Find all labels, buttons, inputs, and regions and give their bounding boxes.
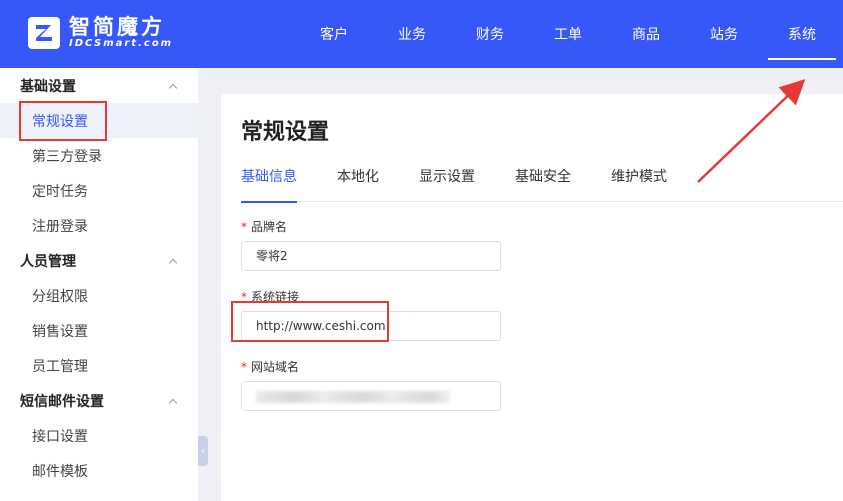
brand-name-label: * 品牌名 xyxy=(241,220,288,234)
chevron-up-icon xyxy=(168,396,178,406)
nav-item-customers[interactable]: 客户 xyxy=(295,0,373,68)
chevron-up-icon xyxy=(168,81,178,91)
sidebar-item-employees[interactable]: 员工管理 xyxy=(0,348,198,383)
brand-domain: IDCSmart.com xyxy=(69,38,174,49)
sidebar-item-permissions[interactable]: 分组权限 xyxy=(0,278,198,313)
site-domain-label: * 网站域名 xyxy=(241,360,300,374)
brand-name: 智简魔方 xyxy=(69,15,165,39)
sidebar-group-label: 人员管理 xyxy=(20,253,76,270)
sidebar-group-label: 短信邮件设置 xyxy=(20,393,104,410)
sidebar-item-third-party-login[interactable]: 第三方登录 xyxy=(0,138,198,173)
sidebar-group-staff[interactable]: 人员管理 xyxy=(0,243,198,278)
tab-localization[interactable]: 本地化 xyxy=(337,168,379,202)
site-domain-input[interactable] xyxy=(241,381,501,411)
sidebar-item-email-templates[interactable]: 邮件模板 xyxy=(0,453,198,488)
required-mark: * xyxy=(241,220,247,234)
sidebar: 基础设置 常规设置 第三方登录 定时任务 注册登录 人员管理 分组权限 销售设置… xyxy=(0,68,198,501)
tab-basic-info[interactable]: 基础信息 xyxy=(241,168,297,203)
nav-item-business[interactable]: 业务 xyxy=(373,0,451,68)
nav-item-finance[interactable]: 财务 xyxy=(451,0,529,68)
nav-item-site[interactable]: 站务 xyxy=(685,0,763,68)
sidebar-group-label: 基础设置 xyxy=(20,78,76,95)
tab-display[interactable]: 显示设置 xyxy=(419,168,475,202)
nav-item-system[interactable]: 系统 xyxy=(763,0,841,68)
sidebar-group-sms-email[interactable]: 短信邮件设置 xyxy=(0,383,198,418)
chevron-up-icon xyxy=(168,256,178,266)
tab-maintenance[interactable]: 维护模式 xyxy=(611,168,667,202)
tab-security[interactable]: 基础安全 xyxy=(515,168,571,202)
brand-logo[interactable]: 智简魔方 IDCSmart.com xyxy=(28,16,173,50)
redacted-value xyxy=(256,391,450,403)
brand-name-input[interactable]: 零将2 xyxy=(241,241,501,271)
sidebar-item-api-settings[interactable]: 接口设置 xyxy=(0,418,198,453)
page-title: 常规设置 xyxy=(241,120,330,145)
system-link-label: * 系统链接 xyxy=(241,290,300,304)
settings-tabs: 基础信息 本地化 显示设置 基础安全 维护模式 xyxy=(241,168,843,203)
required-mark: * xyxy=(241,290,247,304)
top-navbar: 智简魔方 IDCSmart.com 客户 业务 财务 工单 商品 站务 系统 xyxy=(0,0,843,68)
sidebar-item-register-login[interactable]: 注册登录 xyxy=(0,208,198,243)
system-link-input[interactable]: http://www.ceshi.com xyxy=(241,311,501,341)
sidebar-group-basic[interactable]: 基础设置 xyxy=(0,68,198,103)
required-mark: * xyxy=(241,360,247,374)
collapse-sidebar-button[interactable]: ‹ xyxy=(198,436,208,466)
settings-card: 常规设置 基础信息 本地化 显示设置 基础安全 维护模式 * 品牌名 零将2 * 系… xyxy=(221,94,843,501)
logo-icon xyxy=(28,17,60,49)
chevron-left-icon: ‹ xyxy=(201,445,205,457)
sidebar-item-cron[interactable]: 定时任务 xyxy=(0,173,198,208)
nav-item-products[interactable]: 商品 xyxy=(607,0,685,68)
sidebar-item-general[interactable]: 常规设置 xyxy=(0,103,198,138)
main-nav: 客户 业务 财务 工单 商品 站务 系统 xyxy=(295,0,841,68)
nav-item-tickets[interactable]: 工单 xyxy=(529,0,607,68)
sidebar-item-sales[interactable]: 销售设置 xyxy=(0,313,198,348)
